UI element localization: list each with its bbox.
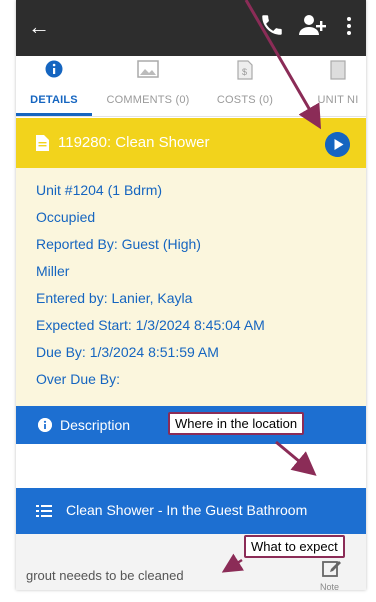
arrow-to-play	[244, 0, 322, 130]
annotation-arrows	[221, 0, 322, 573]
arrow-to-task	[275, 440, 317, 476]
arrow-to-note	[221, 553, 245, 573]
